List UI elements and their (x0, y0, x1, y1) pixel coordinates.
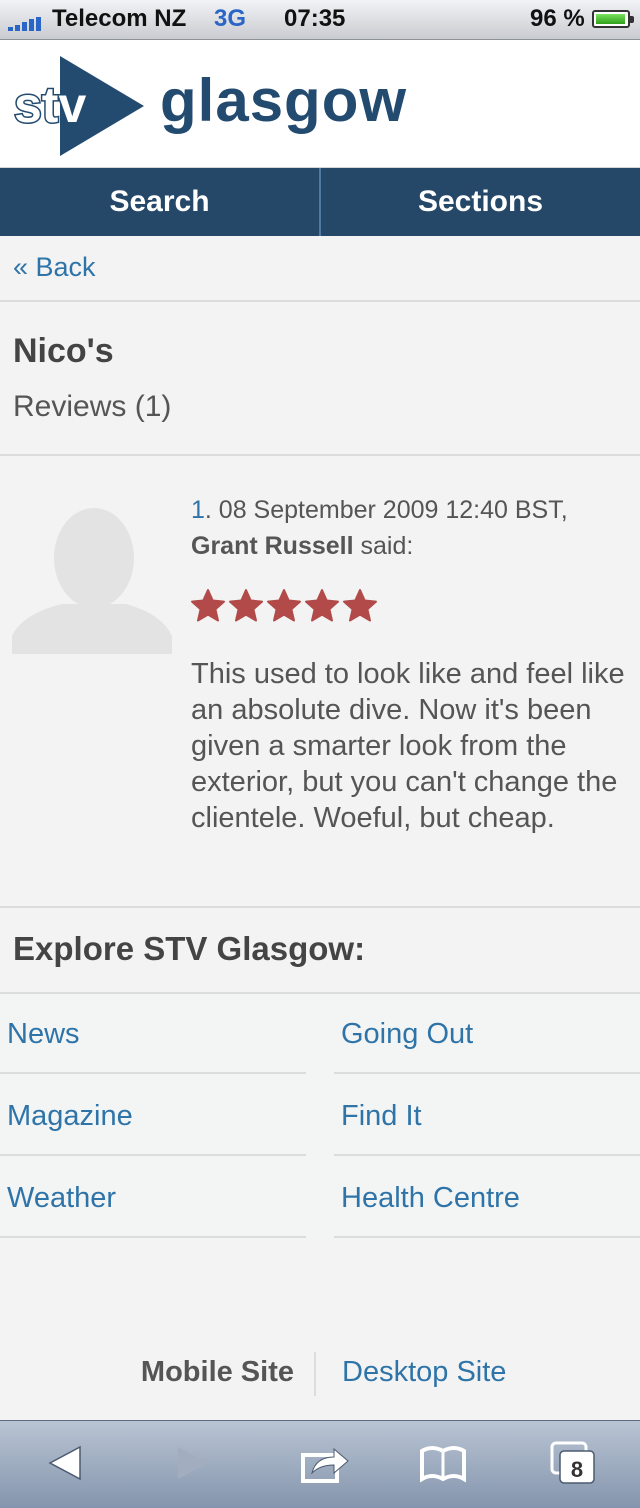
review-said: said: (353, 532, 414, 560)
star-icon (305, 589, 339, 622)
main-nav: Search Sections (0, 168, 640, 236)
link-magazine[interactable]: Magazine (0, 1076, 306, 1156)
review-text: This used to look like and feel like an … (191, 658, 625, 834)
link-find-it[interactable]: Find It (334, 1076, 640, 1156)
explore-heading: Explore STV Glasgow: (13, 930, 366, 967)
review-number-link[interactable]: 1 (191, 496, 205, 524)
explore-links: News Going Out Magazine Find It Weather … (0, 992, 640, 1240)
logo-text: stv (14, 77, 86, 133)
bookmarks-icon[interactable] (418, 1441, 468, 1485)
back-arrow-icon[interactable] (42, 1441, 92, 1485)
site-name: glasgow (160, 67, 408, 134)
sections-button[interactable]: Sections (321, 168, 640, 236)
tabs-count: 8 (571, 1457, 583, 1482)
star-icon (191, 589, 225, 622)
review-author: Grant Russell (191, 532, 354, 560)
reviews-count: Reviews (1) (13, 390, 172, 423)
footer: Mobile Site Desktop Site (0, 1350, 640, 1400)
link-row: Weather Health Centre (0, 1158, 640, 1240)
link-weather[interactable]: Weather (0, 1158, 306, 1238)
stv-logo[interactable]: stv (12, 54, 152, 158)
venue-header: Nico's Reviews (1) (0, 302, 640, 456)
battery-icon (592, 10, 634, 28)
carrier-name: Telecom NZ (52, 5, 187, 32)
back-link[interactable]: « Back (13, 252, 96, 283)
link-row: News Going Out (0, 994, 640, 1076)
site-header: stv glasgow (0, 40, 640, 168)
page-title: Nico's (13, 332, 114, 370)
avatar-placeholder-icon (12, 496, 172, 654)
star-icon (229, 589, 263, 622)
review-meta: 1. 08 September 2009 12:40 BST, Grant Ru… (191, 492, 631, 564)
mobile-site-label: Mobile Site (140, 1356, 294, 1388)
battery-fill (596, 14, 625, 24)
link-health-centre[interactable]: Health Centre (334, 1158, 640, 1238)
tabs-icon[interactable]: 8 (548, 1441, 598, 1485)
network-type: 3G (214, 5, 247, 32)
share-icon[interactable] (300, 1441, 350, 1485)
signal-strength-icon (8, 17, 46, 31)
forward-arrow-icon[interactable] (166, 1441, 216, 1485)
review-item: 1. 08 September 2009 12:40 BST, Grant Ru… (0, 456, 640, 908)
browser-toolbar: 8 (0, 1420, 640, 1508)
status-bar: Telecom NZ 3G 07:35 96 % (0, 0, 640, 40)
battery-percent: 96 % (530, 5, 585, 32)
link-news[interactable]: News (0, 994, 306, 1074)
footer-divider (314, 1352, 316, 1396)
review-date: . 08 September 2009 12:40 BST, (204, 496, 568, 524)
search-button[interactable]: Search (0, 168, 321, 236)
link-row: Magazine Find It (0, 1076, 640, 1158)
status-time: 07:35 (284, 5, 346, 32)
link-going-out[interactable]: Going Out (334, 994, 640, 1074)
star-icon (267, 589, 301, 622)
desktop-site-link[interactable]: Desktop Site (342, 1356, 506, 1389)
star-icon (343, 589, 377, 622)
star-rating (190, 588, 378, 624)
back-row: « Back (0, 236, 640, 302)
